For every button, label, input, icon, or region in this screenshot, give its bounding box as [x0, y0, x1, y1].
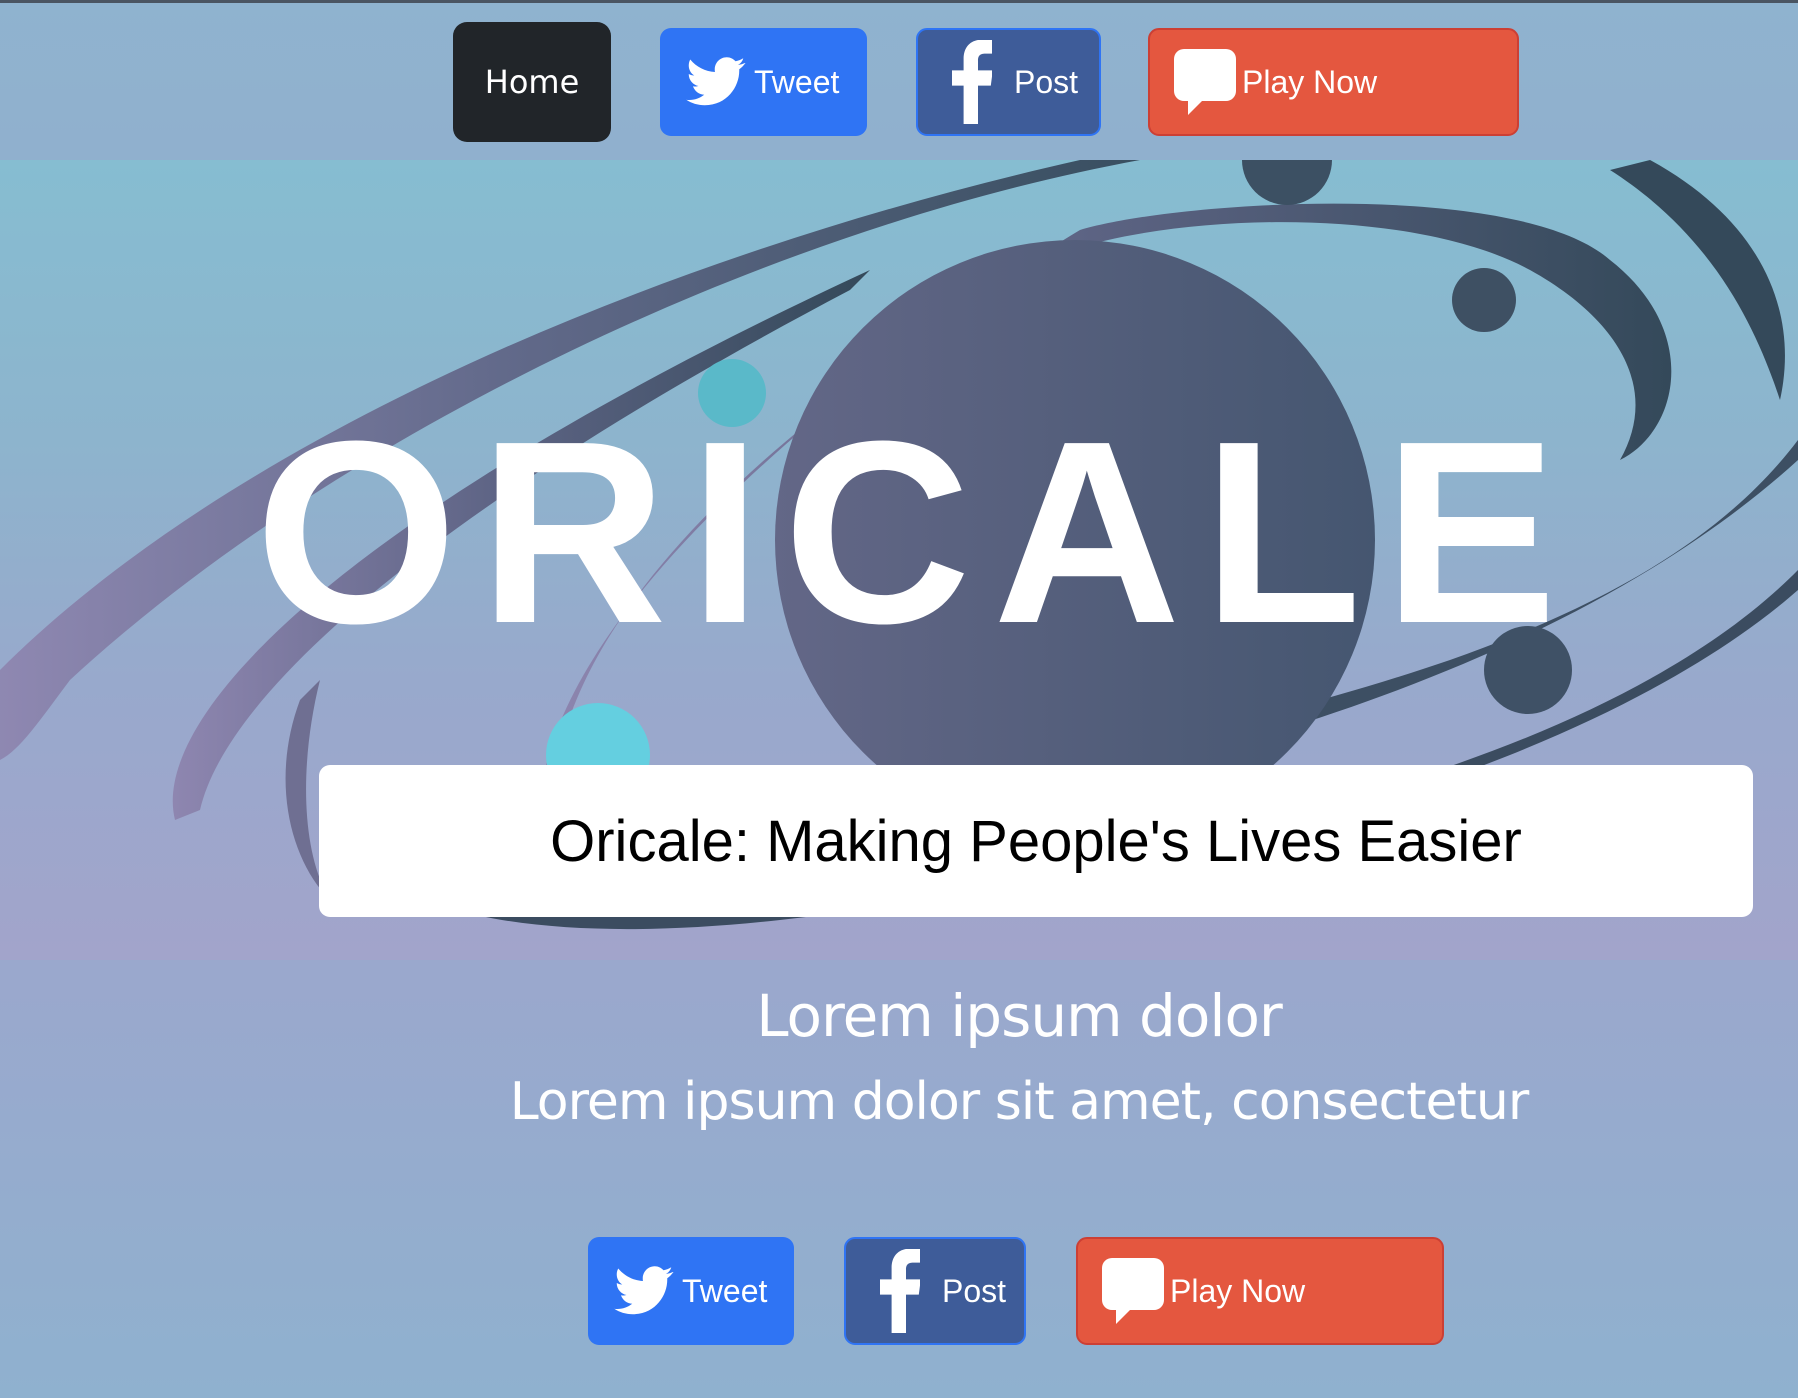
post-button[interactable]: Post [916, 28, 1101, 136]
post-button-label: Post [1014, 63, 1079, 100]
play-now-button-label: Play Now [1242, 63, 1378, 100]
top-border [0, 0, 1798, 3]
facebook-f-icon [952, 40, 992, 124]
speech-bubble-icon [1102, 1258, 1164, 1324]
home-button[interactable]: Home [453, 22, 611, 142]
speech-bubble-icon [1174, 49, 1236, 115]
hero-caption: Oricale: Making People's Lives Easier [550, 808, 1522, 874]
twitter-bird-icon [686, 56, 746, 108]
bottom-play-now-button[interactable]: Play Now [1076, 1237, 1444, 1345]
facebook-f-icon [880, 1249, 920, 1333]
tweet-button[interactable]: Tweet [660, 28, 867, 136]
home-button-label: Home [484, 63, 580, 101]
twitter-bird-icon [614, 1265, 674, 1317]
bottom-tweet-button-label: Tweet [682, 1272, 768, 1309]
hero-banner: ORICALE Oricale: Making People's Lives E… [0, 160, 1798, 960]
bottom-post-button[interactable]: Post [844, 1237, 1026, 1345]
oricale-logo-text: ORICALE [255, 388, 1579, 678]
play-now-button[interactable]: Play Now [1148, 28, 1519, 136]
bottom-post-button-label: Post [942, 1272, 1007, 1309]
bottom-play-now-button-label: Play Now [1170, 1272, 1306, 1309]
bottom-tweet-button[interactable]: Tweet [588, 1237, 794, 1345]
tweet-button-label: Tweet [754, 63, 840, 100]
hero-caption-box: Oricale: Making People's Lives Easier [319, 765, 1753, 917]
content-heading: Lorem ipsum dolor [756, 982, 1283, 1050]
content-subheading: Lorem ipsum dolor sit amet, consectetur [509, 1072, 1530, 1132]
